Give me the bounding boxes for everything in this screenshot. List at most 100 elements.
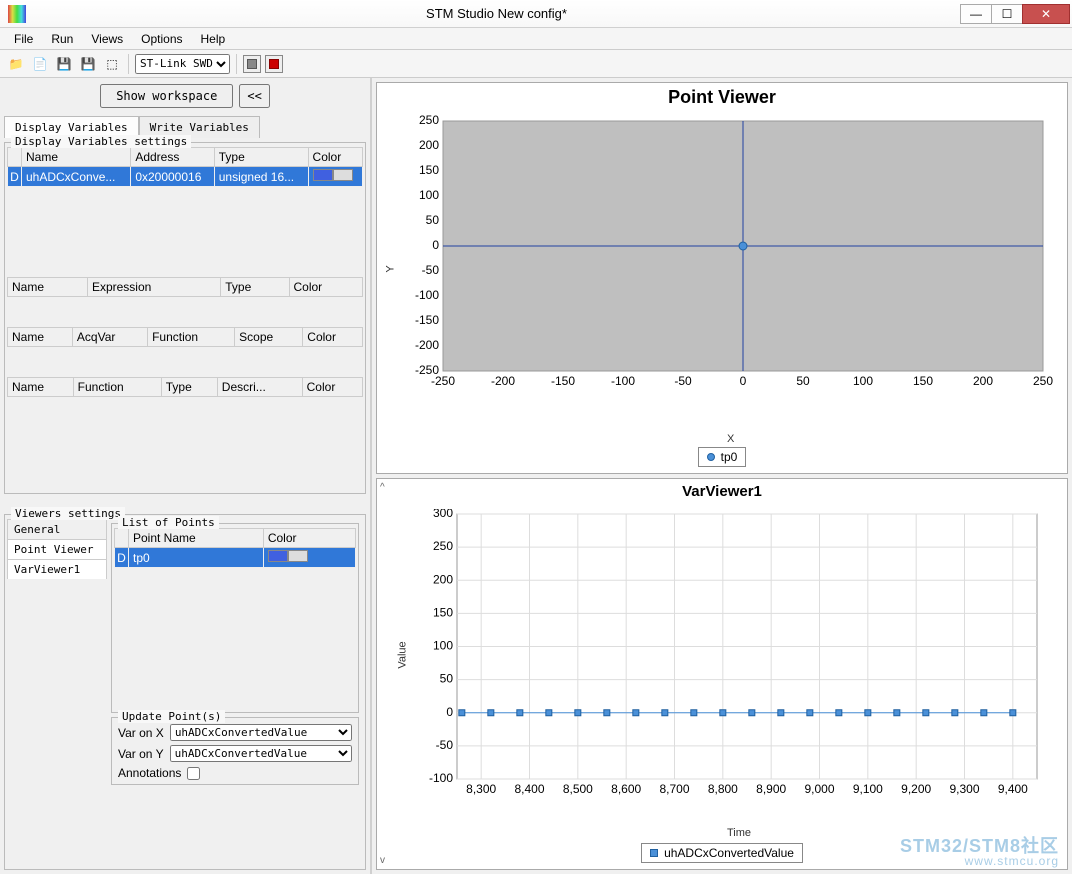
- varviewer-title: VarViewer1: [377, 479, 1067, 504]
- svg-text:50: 50: [796, 374, 810, 388]
- open-folder-icon[interactable]: 📁: [6, 54, 26, 74]
- col-type[interactable]: Type: [214, 148, 308, 167]
- annotations-label: Annotations: [118, 766, 181, 780]
- svg-text:50: 50: [440, 672, 454, 686]
- viewers-legend: Viewers settings: [11, 507, 125, 520]
- svg-text:200: 200: [433, 572, 453, 586]
- menu-help[interactable]: Help: [193, 30, 234, 48]
- minimize-button[interactable]: —: [960, 4, 992, 24]
- collapse-down-icon[interactable]: v: [380, 855, 385, 866]
- var-on-x-select[interactable]: uhADCxConvertedValue: [170, 724, 352, 741]
- point-viewer-panel: Point Viewer -250 -200 -150 -100 -50 0 50 100 15…: [376, 82, 1068, 474]
- vtab-point-viewer[interactable]: Point Viewer: [7, 539, 107, 559]
- save-icon[interactable]: 💾: [78, 54, 98, 74]
- table-row[interactable]: D uhADCxConve... 0x20000016 unsigned 16.…: [8, 167, 363, 187]
- var-on-x-label: Var on X: [118, 726, 164, 740]
- svg-text:8,500: 8,500: [563, 782, 593, 796]
- svg-text:100: 100: [419, 188, 439, 202]
- svg-text:8,400: 8,400: [514, 782, 544, 796]
- svg-text:-100: -100: [415, 288, 439, 302]
- display-vars-legend: Display Variables settings: [11, 135, 191, 148]
- svg-text:-100: -100: [611, 374, 635, 388]
- svg-text:-50: -50: [436, 738, 454, 752]
- svg-text:8,600: 8,600: [611, 782, 641, 796]
- svg-text:9,000: 9,000: [804, 782, 834, 796]
- vv-legend: uhADCxConvertedValue: [641, 843, 803, 863]
- record-button[interactable]: [265, 55, 283, 73]
- pv-legend: tp0: [698, 447, 747, 467]
- varviewer-chart[interactable]: -100 -50 0 50 100 150 200 250 300 8,300 8,400 8,500…: [427, 509, 1047, 819]
- expr-table[interactable]: Name Expression Type Color: [7, 277, 363, 297]
- col-name[interactable]: Name: [22, 148, 131, 167]
- point-viewer-title: Point Viewer: [377, 83, 1067, 112]
- menu-run[interactable]: Run: [43, 30, 81, 48]
- vtab-general[interactable]: General: [7, 519, 107, 539]
- stop-button[interactable]: [243, 55, 261, 73]
- points-table[interactable]: Point Name Color D tp0: [114, 528, 356, 568]
- svg-text:250: 250: [419, 113, 439, 127]
- svg-text:50: 50: [426, 213, 440, 227]
- acq-table[interactable]: Name AcqVar Function Scope Color: [7, 327, 363, 347]
- svg-text:-200: -200: [415, 338, 439, 352]
- svg-text:0: 0: [432, 238, 439, 252]
- menu-options[interactable]: Options: [133, 30, 190, 48]
- new-file-icon[interactable]: 📄: [30, 54, 50, 74]
- svg-text:9,100: 9,100: [853, 782, 883, 796]
- menu-views[interactable]: Views: [83, 30, 131, 48]
- var-on-y-select[interactable]: uhADCxConvertedValue: [170, 745, 352, 762]
- close-button[interactable]: ✕: [1022, 4, 1070, 24]
- display-vars-table[interactable]: Name Address Type Color D uhADCxConve...…: [7, 147, 363, 187]
- window-title: STM Studio New config*: [32, 6, 961, 21]
- show-workspace-button[interactable]: Show workspace: [100, 84, 233, 108]
- titlebar: STM Studio New config* — ☐ ✕: [0, 0, 1072, 28]
- svg-text:300: 300: [433, 509, 453, 520]
- collapse-icon[interactable]: ^: [380, 482, 385, 493]
- collapse-button[interactable]: <<: [239, 84, 269, 108]
- table-row[interactable]: D tp0: [115, 548, 356, 568]
- annotations-checkbox[interactable]: [187, 767, 200, 780]
- svg-text:100: 100: [433, 639, 453, 653]
- svg-text:250: 250: [1033, 374, 1053, 388]
- svg-text:150: 150: [433, 605, 453, 619]
- svg-text:150: 150: [913, 374, 933, 388]
- svg-text:-50: -50: [422, 263, 440, 277]
- svg-text:150: 150: [419, 163, 439, 177]
- svg-text:9,200: 9,200: [901, 782, 931, 796]
- func-table[interactable]: Name Function Type Descri... Color: [7, 377, 363, 397]
- svg-text:100: 100: [853, 374, 873, 388]
- svg-text:200: 200: [973, 374, 993, 388]
- menu-file[interactable]: File: [6, 30, 41, 48]
- point-viewer-chart[interactable]: -250-200-150-100-50050100150200250-250-2…: [413, 111, 1053, 431]
- workspace-bar: Show workspace <<: [0, 78, 370, 114]
- maximize-button[interactable]: ☐: [991, 4, 1023, 24]
- varviewer-panel: ^ VarViewer1 -100 -50 0 50 100 150 200 250 300 8,…: [376, 478, 1068, 870]
- menubar: File Run Views Options Help: [0, 28, 1072, 50]
- badge: D: [8, 167, 22, 187]
- save-all-icon[interactable]: 💾: [54, 54, 74, 74]
- svg-text:200: 200: [419, 138, 439, 152]
- svg-text:-150: -150: [551, 374, 575, 388]
- col-address[interactable]: Address: [131, 148, 214, 167]
- app-icon: [8, 5, 26, 23]
- svg-text:8,900: 8,900: [756, 782, 786, 796]
- svg-text:-100: -100: [429, 771, 453, 785]
- svg-text:0: 0: [740, 374, 747, 388]
- svg-text:8,300: 8,300: [466, 782, 496, 796]
- toolbar-sep: [128, 54, 129, 74]
- toolbar: 📁 📄 💾 💾 ⬚ ST-Link SWD: [0, 50, 1072, 78]
- svg-text:8,700: 8,700: [659, 782, 689, 796]
- vtab-varviewer[interactable]: VarViewer1: [7, 559, 107, 579]
- svg-text:-250: -250: [415, 363, 439, 377]
- col-color[interactable]: Color: [308, 148, 362, 167]
- connection-select[interactable]: ST-Link SWD: [135, 54, 230, 74]
- svg-text:-150: -150: [415, 313, 439, 327]
- svg-text:250: 250: [433, 539, 453, 553]
- svg-text:0: 0: [446, 705, 453, 719]
- var-on-y-label: Var on Y: [118, 747, 164, 761]
- svg-text:8,800: 8,800: [708, 782, 738, 796]
- svg-text:-200: -200: [491, 374, 515, 388]
- import-icon[interactable]: ⬚: [102, 54, 122, 74]
- svg-text:-50: -50: [674, 374, 692, 388]
- toolbar-sep: [236, 54, 237, 74]
- watermark: STM32/STM8社区www.stmcu.org: [900, 837, 1059, 867]
